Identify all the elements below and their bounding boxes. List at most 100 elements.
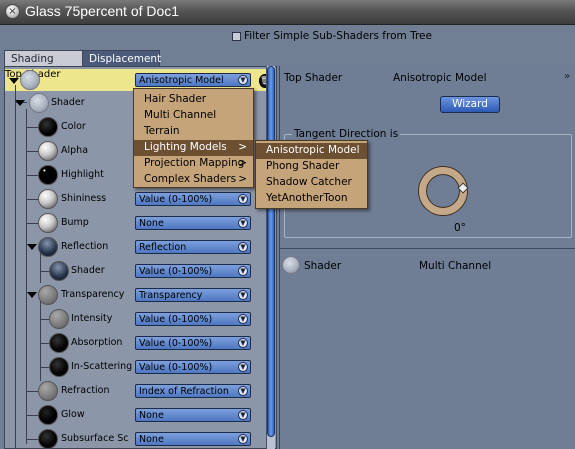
tab-shading[interactable]: Shading bbox=[4, 50, 84, 66]
tangent-direction-value: 0° bbox=[454, 222, 466, 234]
tree-row-subsurface[interactable]: Subsurface Sc None ▼ bbox=[5, 427, 267, 448]
tree-row-transparency[interactable]: Transparency Transparency ▼ bbox=[5, 283, 267, 307]
dropdown-value: Value (0-100%) bbox=[139, 362, 213, 373]
transparency-preview-ball bbox=[38, 285, 58, 305]
dropdown-value: Value (0-100%) bbox=[139, 194, 213, 205]
expand-triangle-icon[interactable] bbox=[27, 244, 37, 250]
tree-row-label: In-Scattering bbox=[71, 361, 133, 372]
subsurface-dropdown[interactable]: None ▼ bbox=[135, 432, 251, 446]
submenu-arrow-icon: > bbox=[238, 173, 247, 185]
reflection-preview-ball bbox=[38, 237, 58, 257]
menu-item-label: Terrain bbox=[144, 125, 180, 137]
intensity-dropdown[interactable]: Value (0-100%) ▼ bbox=[135, 312, 251, 326]
tree-row-reflection-shader[interactable]: Shader Value (0-100%) ▼ bbox=[5, 259, 267, 283]
filter-label: Filter Simple Sub-Shaders from Tree bbox=[244, 30, 432, 42]
chevron-down-icon: ▼ bbox=[238, 386, 248, 396]
expand-triangle-icon[interactable] bbox=[27, 292, 37, 298]
menu-item-terrain[interactable]: Terrain bbox=[134, 124, 253, 140]
color-preview-ball bbox=[38, 117, 58, 137]
tree-line bbox=[26, 223, 38, 224]
absorption-preview-ball bbox=[49, 333, 69, 353]
menu-item-hair-shader[interactable]: Hair Shader bbox=[134, 92, 253, 108]
wizard-button[interactable]: Wizard bbox=[440, 96, 500, 113]
glow-dropdown[interactable]: None ▼ bbox=[135, 408, 251, 422]
shader-preview-ball bbox=[20, 70, 40, 90]
tree-row-label: Absorption bbox=[71, 337, 123, 348]
menu-item-label: Complex Shaders bbox=[144, 173, 237, 185]
submenu-item-yetanothertoon[interactable]: YetAnotherToon bbox=[256, 191, 367, 207]
shininess-preview-ball bbox=[38, 189, 58, 209]
reflection-dropdown[interactable]: Reflection ▼ bbox=[135, 240, 251, 254]
reflection-shader-dropdown[interactable]: Value (0-100%) ▼ bbox=[135, 264, 251, 278]
collapse-icon[interactable]: » bbox=[564, 71, 570, 82]
chevron-down-icon: ▼ bbox=[238, 314, 248, 324]
in-scattering-preview-ball bbox=[49, 357, 69, 377]
scrollbar-thumb[interactable] bbox=[267, 66, 275, 437]
tree-row-label: Shininess bbox=[61, 193, 107, 204]
dropdown-value: Value (0-100%) bbox=[139, 338, 213, 349]
settings-shader-row[interactable]: Shader Multi Channel bbox=[280, 254, 575, 278]
settings-value: Anisotropic Model bbox=[393, 72, 487, 84]
tree-row-intensity[interactable]: Intensity Value (0-100%) ▼ bbox=[5, 307, 267, 331]
tree-row-refraction[interactable]: Refraction Index of Refraction ▼ bbox=[5, 379, 267, 403]
tree-row-in-scattering[interactable]: In-Scattering Value (0-100%) ▼ bbox=[5, 355, 267, 379]
tangent-direction-title: Tangent Direction is bbox=[292, 128, 401, 140]
submenu-arrow-icon: > bbox=[238, 141, 247, 153]
expand-triangle-icon[interactable] bbox=[9, 78, 19, 84]
window-title: Glass 75percent of Doc1 bbox=[25, 3, 180, 19]
chevron-down-icon: ▼ bbox=[238, 410, 248, 420]
refraction-dropdown[interactable]: Index of Refraction ▼ bbox=[135, 384, 251, 398]
bump-dropdown[interactable]: None ▼ bbox=[135, 216, 251, 230]
tree-row-absorption[interactable]: Absorption Value (0-100%) ▼ bbox=[5, 331, 267, 355]
chevron-down-icon: ▼ bbox=[238, 362, 248, 372]
absorption-dropdown[interactable]: Value (0-100%) ▼ bbox=[135, 336, 251, 350]
tree-line bbox=[26, 151, 38, 152]
settings-value: Multi Channel bbox=[419, 260, 492, 272]
menu-item-label: Multi Channel bbox=[144, 109, 217, 121]
top-shader-dropdown[interactable]: Anisotropic Model ▼ bbox=[135, 73, 251, 87]
close-window-button[interactable]: × bbox=[5, 4, 20, 19]
tree-row-shininess[interactable]: Shininess Value (0-100%) ▼ bbox=[5, 187, 267, 211]
shader-preview-ball bbox=[282, 256, 300, 274]
tree-line bbox=[26, 175, 38, 176]
submenu-item-shadow-catcher[interactable]: Shadow Catcher bbox=[256, 175, 367, 191]
menu-item-multi-channel[interactable]: Multi Channel bbox=[134, 108, 253, 124]
chevron-down-icon: ▼ bbox=[238, 266, 248, 276]
submenu-item-anisotropic-model[interactable]: Anisotropic Model bbox=[256, 143, 367, 159]
tab-displacement[interactable]: Displacement bbox=[82, 50, 161, 66]
chevron-down-icon: ▼ bbox=[238, 242, 248, 252]
refraction-preview-ball bbox=[38, 381, 58, 401]
tree-row-bump[interactable]: Bump None ▼ bbox=[5, 211, 267, 235]
submenu-arrow-icon: > bbox=[238, 157, 247, 169]
in-scattering-dropdown[interactable]: Value (0-100%) ▼ bbox=[135, 360, 251, 374]
shininess-dropdown[interactable]: Value (0-100%) ▼ bbox=[135, 192, 251, 206]
filter-row: Filter Simple Sub-Shaders from Tree bbox=[232, 30, 432, 42]
tree-row-reflection[interactable]: Reflection Reflection ▼ bbox=[5, 235, 267, 259]
dropdown-value: None bbox=[139, 410, 164, 421]
menu-item-lighting-models[interactable]: Lighting Models > bbox=[134, 140, 253, 156]
submenu-item-phong-shader[interactable]: Phong Shader bbox=[256, 159, 367, 175]
tree-row-label: Subsurface Sc bbox=[61, 433, 129, 444]
dropdown-value: None bbox=[139, 434, 164, 445]
tree-row-label: Alpha bbox=[61, 145, 89, 156]
chevron-down-icon: ▼ bbox=[238, 75, 248, 85]
tree-row-label: Shader bbox=[51, 97, 85, 108]
tree-row-glow[interactable]: Glow None ▼ bbox=[5, 403, 267, 427]
menu-item-complex-shaders[interactable]: Complex Shaders > bbox=[134, 172, 253, 188]
tree-row-label: Bump bbox=[61, 217, 89, 228]
filter-checkbox[interactable] bbox=[232, 31, 241, 41]
menu-item-label: Lighting Models bbox=[144, 141, 227, 153]
menu-item-projection-mapping[interactable]: Projection Mapping > bbox=[134, 156, 253, 172]
subsurface-preview-ball bbox=[38, 429, 58, 448]
close-icon: × bbox=[8, 6, 17, 17]
transparency-dropdown[interactable]: Transparency ▼ bbox=[135, 288, 251, 302]
chevron-down-icon: ▼ bbox=[238, 290, 248, 300]
dropdown-value: Reflection bbox=[139, 242, 187, 253]
glow-preview-ball bbox=[38, 405, 58, 425]
chevron-down-icon: ▼ bbox=[238, 218, 248, 228]
expand-triangle-icon[interactable] bbox=[15, 100, 25, 106]
tree-row-label: Shader bbox=[71, 265, 105, 276]
tree-line bbox=[26, 391, 38, 392]
menu-item-label: YetAnotherToon bbox=[266, 192, 348, 204]
window-titlebar[interactable]: × Glass 75percent of Doc1 bbox=[0, 0, 575, 25]
